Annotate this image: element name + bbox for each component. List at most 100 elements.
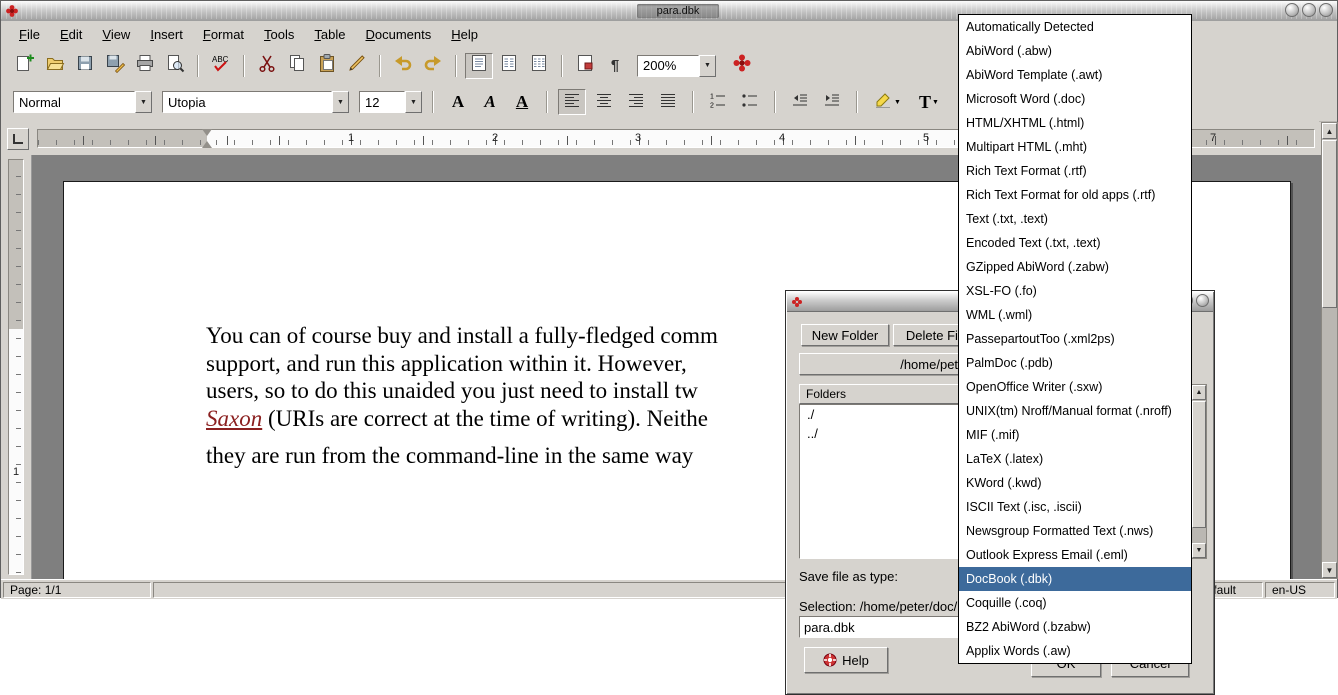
abiword-logo-button[interactable] (728, 53, 756, 79)
main-vertical-scrollbar[interactable]: ▲ ▼ (1321, 122, 1338, 579)
file-type-option[interactable]: Text (.txt, .text) (959, 207, 1191, 231)
bold-button[interactable]: A (444, 89, 472, 115)
highlight-button[interactable]: ▼ (868, 89, 906, 115)
one-column-button[interactable] (465, 53, 493, 79)
cut-button[interactable] (253, 53, 281, 79)
abiword-window-icon[interactable] (5, 4, 19, 18)
decrease-indent-button[interactable] (786, 89, 814, 115)
align-right-button[interactable] (622, 89, 650, 115)
file-type-option[interactable]: Microsoft Word (.doc) (959, 87, 1191, 111)
zoom-dropdown-arrow[interactable]: ▼ (699, 55, 716, 77)
status-language-indicator[interactable]: en-US (1265, 582, 1335, 598)
bulleted-list-button[interactable] (736, 89, 764, 115)
size-combo[interactable]: 12 ▼ (359, 91, 422, 113)
file-type-option[interactable]: UNIX(tm) Nroff/Manual format (.nroff) (959, 399, 1191, 423)
font-combo[interactable]: Utopia ▼ (162, 91, 349, 113)
file-type-option[interactable]: Rich Text Format (.rtf) (959, 159, 1191, 183)
new-document-button[interactable] (11, 53, 39, 79)
maximize-button[interactable] (1302, 3, 1316, 17)
menu-insert[interactable]: Insert (140, 24, 193, 45)
file-type-option[interactable]: Multipart HTML (.mht) (959, 135, 1191, 159)
file-type-option[interactable]: Automatically Detected (959, 15, 1191, 39)
menu-file[interactable]: File (9, 24, 50, 45)
align-left-button[interactable] (558, 89, 586, 115)
first-line-indent-marker[interactable] (202, 129, 212, 136)
file-type-option[interactable]: Rich Text Format for old apps (.rtf) (959, 183, 1191, 207)
menu-documents[interactable]: Documents (355, 24, 441, 45)
copy-button[interactable] (283, 53, 311, 79)
file-type-option[interactable]: KWord (.kwd) (959, 471, 1191, 495)
print-preview-button[interactable] (161, 53, 189, 79)
saxon-link[interactable]: Saxon (206, 406, 262, 431)
menu-table[interactable]: Table (304, 24, 355, 45)
underline-button[interactable]: A (508, 89, 536, 115)
scroll-down-button[interactable]: ▼ (1322, 562, 1337, 578)
files-scroll-up-button[interactable]: ▲ (1192, 385, 1206, 400)
format-painter-button[interactable] (343, 53, 371, 79)
menu-format[interactable]: Format (193, 24, 254, 45)
minimize-button[interactable] (1285, 3, 1299, 17)
tab-selector-button[interactable] (7, 128, 29, 150)
file-type-option[interactable]: XSL-FO (.fo) (959, 279, 1191, 303)
folders-list[interactable]: Folders ./ ../ (799, 384, 984, 559)
new-folder-button[interactable]: New Folder (801, 324, 889, 346)
file-type-option[interactable]: MIF (.mif) (959, 423, 1191, 447)
paste-button[interactable] (313, 53, 341, 79)
redo-button[interactable] (419, 53, 447, 79)
folders-header[interactable]: Folders (799, 384, 984, 404)
open-button[interactable] (41, 53, 69, 79)
style-dropdown-arrow[interactable]: ▼ (135, 91, 152, 113)
file-type-option[interactable]: LaTeX (.latex) (959, 447, 1191, 471)
zoom-page-button[interactable] (571, 53, 599, 79)
italic-button[interactable]: A (476, 89, 504, 115)
zoom-combo[interactable]: 200% ▼ (637, 55, 716, 77)
file-type-option[interactable]: Outlook Express Email (.eml) (959, 543, 1191, 567)
undo-button[interactable] (389, 53, 417, 79)
file-type-option[interactable]: GZipped AbiWord (.zabw) (959, 255, 1191, 279)
help-button[interactable]: Help (804, 647, 888, 673)
align-center-button[interactable] (590, 89, 618, 115)
scroll-up-button[interactable]: ▲ (1322, 123, 1337, 139)
text-color-button[interactable]: T▼ (910, 89, 948, 115)
left-indent-marker[interactable] (202, 141, 212, 148)
file-type-option[interactable]: ISCII Text (.isc, .iscii) (959, 495, 1191, 519)
file-type-option[interactable]: WML (.wml) (959, 303, 1191, 327)
numbered-list-button[interactable]: 12 (704, 89, 732, 115)
dialog-window-icon[interactable] (791, 296, 803, 308)
three-columns-button[interactable] (525, 53, 553, 79)
show-formatting-button[interactable]: ¶ (601, 53, 629, 79)
two-columns-button[interactable] (495, 53, 523, 79)
file-type-option[interactable]: PassepartoutToo (.xml2ps) (959, 327, 1191, 351)
size-dropdown-arrow[interactable]: ▼ (405, 91, 422, 113)
file-type-option[interactable]: Encoded Text (.txt, .text) (959, 231, 1191, 255)
dialog-close-button[interactable] (1196, 294, 1209, 307)
spellcheck-button[interactable]: ABC (207, 53, 235, 79)
save-button[interactable] (71, 53, 99, 79)
files-scroll-thumb[interactable] (1192, 401, 1206, 528)
scroll-thumb[interactable] (1322, 140, 1337, 308)
style-combo[interactable]: Normal ▼ (13, 91, 152, 113)
file-type-option[interactable]: PalmDoc (.pdb) (959, 351, 1191, 375)
file-type-option[interactable]: Applix Words (.aw) (959, 639, 1191, 663)
files-list-scrollbar[interactable]: ▲ ▼ (1191, 384, 1207, 559)
align-justify-button[interactable] (654, 89, 682, 115)
folder-item[interactable]: ./ (800, 405, 983, 424)
text-color-dropdown-arrow[interactable]: ▼ (932, 99, 939, 106)
file-type-option[interactable]: AbiWord (.abw) (959, 39, 1191, 63)
file-type-option[interactable]: HTML/XHTML (.html) (959, 111, 1191, 135)
save-as-button[interactable] (101, 53, 129, 79)
print-button[interactable] (131, 53, 159, 79)
file-type-option-selected[interactable]: DocBook (.dbk) (959, 567, 1191, 591)
folder-item[interactable]: ../ (800, 424, 983, 443)
menu-tools[interactable]: Tools (254, 24, 304, 45)
close-button[interactable] (1319, 3, 1333, 17)
files-scroll-down-button[interactable]: ▼ (1192, 543, 1206, 558)
highlight-dropdown-arrow[interactable]: ▼ (894, 99, 901, 106)
file-type-option[interactable]: Newsgroup Formatted Text (.nws) (959, 519, 1191, 543)
font-dropdown-arrow[interactable]: ▼ (332, 91, 349, 113)
menu-edit[interactable]: Edit (50, 24, 92, 45)
file-type-option[interactable]: Coquille (.coq) (959, 591, 1191, 615)
menu-help[interactable]: Help (441, 24, 488, 45)
menu-view[interactable]: View (92, 24, 140, 45)
file-type-option[interactable]: BZ2 AbiWord (.bzabw) (959, 615, 1191, 639)
